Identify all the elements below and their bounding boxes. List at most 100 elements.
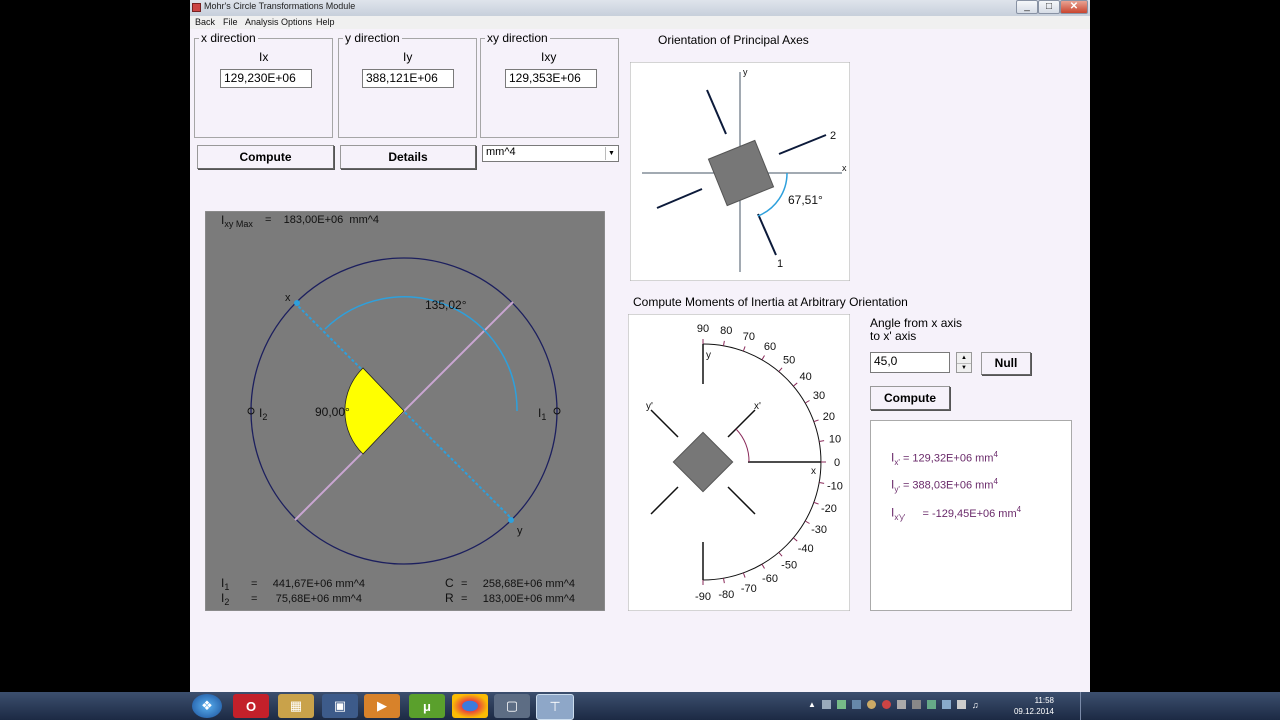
c-result-label: C [445, 576, 454, 590]
ix-result-value: = 129,32E+06 mm [902, 452, 994, 465]
menu-back[interactable]: Back [195, 17, 215, 27]
principal-x-label: x [842, 163, 847, 173]
unit-select[interactable]: mm^4 ▼ [482, 145, 619, 162]
null-button[interactable]: Null [981, 352, 1031, 375]
angle-label-line1: Angle from x axis [870, 316, 963, 330]
principal-2-label: 2 [830, 130, 836, 142]
angle-input[interactable]: 45,0 [870, 352, 950, 373]
scale-label: 60 [764, 341, 776, 353]
scale-label: -10 [827, 480, 843, 492]
i1-result-value: = 441,67E+06 mm^4 [251, 578, 365, 590]
results-panel: Ix' = 129,32E+06 mm4 Iy' = 388,03E+06 mm… [870, 420, 1072, 611]
tray-area: ▲ ♫ [808, 700, 1018, 712]
arb-xp-label: x' [754, 401, 761, 412]
y-point [508, 517, 514, 523]
minimize-button[interactable]: _ [1016, 0, 1038, 14]
network-icon[interactable] [956, 700, 966, 709]
tray-icon-5[interactable] [881, 700, 891, 709]
window-icon[interactable]: ▢ [494, 694, 530, 718]
iy-result-sub: y' [894, 484, 900, 494]
arbitrary-compute-button[interactable]: Compute [870, 386, 950, 410]
menu-help[interactable]: Help [316, 17, 335, 27]
mohr-circle-svg: Ixy Max = 183,00E+06 mm^4 135,02° 90,00°… [205, 211, 605, 611]
menu-bar: Back File Analysis Options Help [190, 16, 1090, 29]
save-icon[interactable]: ▣ [322, 694, 358, 718]
ixy-input[interactable]: 129,353E+06 [505, 69, 597, 88]
ixy-label: Ixy [541, 50, 557, 64]
explorer-icon[interactable]: ▦ [278, 694, 314, 718]
spin-down-icon[interactable]: ▼ [957, 364, 971, 373]
compute-button[interactable]: Compute [197, 145, 334, 169]
ixy-result-exp: 4 [1016, 505, 1022, 514]
mohr-circle-panel: Ixy Max = 183,00E+06 mm^4 135,02° 90,00°… [205, 211, 605, 611]
app-icon [192, 3, 201, 12]
spin-up-icon[interactable]: ▲ [957, 353, 971, 364]
scale-label: 70 [743, 331, 755, 343]
tray-icon-4[interactable] [866, 700, 876, 709]
show-desktop-button[interactable] [1080, 692, 1091, 720]
scale-label: 90 [697, 323, 709, 335]
tray-icon-8[interactable] [926, 700, 936, 709]
iy-input[interactable]: 388,121E+06 [362, 69, 454, 88]
scale-label: -80 [718, 589, 734, 601]
scale-label: 80 [720, 325, 732, 337]
c-result-value: = 258,68E+06 mm^4 [461, 578, 575, 590]
scale-label: 50 [783, 354, 795, 366]
utorrent-icon[interactable]: μ [409, 694, 445, 718]
tray-arrow-icon[interactable]: ▲ [808, 700, 816, 712]
angle-spinner[interactable]: ▲ ▼ [956, 352, 972, 373]
chevron-down-icon[interactable]: ▼ [605, 147, 617, 160]
ix-result: Ix' = 129,32E+06 mm4 [891, 450, 998, 467]
ix-input[interactable]: 129,230E+06 [220, 69, 312, 88]
tray-icon-7[interactable] [911, 700, 921, 709]
r-result-label: R [445, 591, 454, 605]
tray-icon-9[interactable] [941, 700, 951, 709]
ixy-result-sub: x'y' [894, 512, 906, 522]
windows-start-icon[interactable]: ❖ [192, 694, 222, 718]
y-direction-title: y direction [343, 31, 402, 45]
scale-label: 10 [829, 434, 841, 446]
arbitrary-panel: y x x' y' 90 80 70 60 50 40 30 20 10 0 -10 -20 -30 -4… [628, 314, 850, 611]
principal-angle-label: 67,51° [788, 193, 823, 207]
xy-direction-title: xy direction [485, 31, 550, 45]
angle-label-line2: to x' axis [870, 329, 917, 343]
close-button[interactable]: ✕ [1060, 0, 1088, 14]
app-window: Mohr's Circle Transformations Module _ □… [190, 0, 1090, 692]
tray-icon-6[interactable] [896, 700, 906, 709]
desktop: Mohr's Circle Transformations Module _ □… [0, 0, 1280, 720]
scale-label: 0 [834, 457, 840, 469]
xy-direction-group: xy direction Ixy 129,353E+06 [480, 31, 619, 138]
maximize-button[interactable]: □ [1038, 0, 1060, 14]
ix-label: Ix [259, 50, 269, 64]
menu-analysis-options[interactable]: Analysis Options [245, 17, 312, 27]
angle-big-label: 135,02° [425, 298, 467, 312]
taskbar: ❖ O ▦ ▣ ▶ μ ▢ ⊤ ▲ ♫ 11:58 09.12.2014 [0, 692, 1280, 720]
r-result-value: = 183,00E+06 mm^4 [461, 593, 575, 605]
scale-label: -50 [781, 560, 797, 572]
volume-icon[interactable]: ♫ [972, 700, 979, 712]
angle-small-label: 90,00° [315, 405, 350, 419]
clock-date[interactable]: 09.12.2014 [1014, 707, 1054, 716]
iy-result: Iy' = 388,03E+06 mm4 [891, 477, 998, 494]
scale-label: 30 [813, 390, 825, 402]
media-player-icon[interactable]: ▶ [364, 694, 400, 718]
tray-icon-3[interactable] [851, 700, 861, 709]
menu-file[interactable]: File [223, 17, 238, 27]
clock-time[interactable]: 11:58 [1035, 696, 1054, 705]
scale-label: -70 [741, 583, 757, 595]
arb-x-label: x [811, 466, 816, 477]
ixy-result-value: = -129,45E+06 mm [922, 507, 1017, 520]
opera-icon[interactable]: O [233, 694, 269, 718]
scale-label: -90 [695, 591, 711, 603]
arbitrary-title: Compute Moments of Inertia at Arbitrary … [633, 295, 908, 309]
tray-icon-2[interactable] [836, 700, 846, 709]
unit-select-value: mm^4 [486, 146, 516, 158]
scale-label: -40 [798, 543, 814, 555]
iy-result-exp: 4 [993, 477, 998, 486]
chrome-icon[interactable] [452, 694, 488, 718]
app-icon-taskbar[interactable]: ⊤ [536, 694, 574, 720]
tray-icon-1[interactable] [821, 700, 831, 709]
window-title: Mohr's Circle Transformations Module [204, 1, 356, 11]
details-button[interactable]: Details [340, 145, 476, 169]
iy-label: Iy [403, 50, 413, 64]
